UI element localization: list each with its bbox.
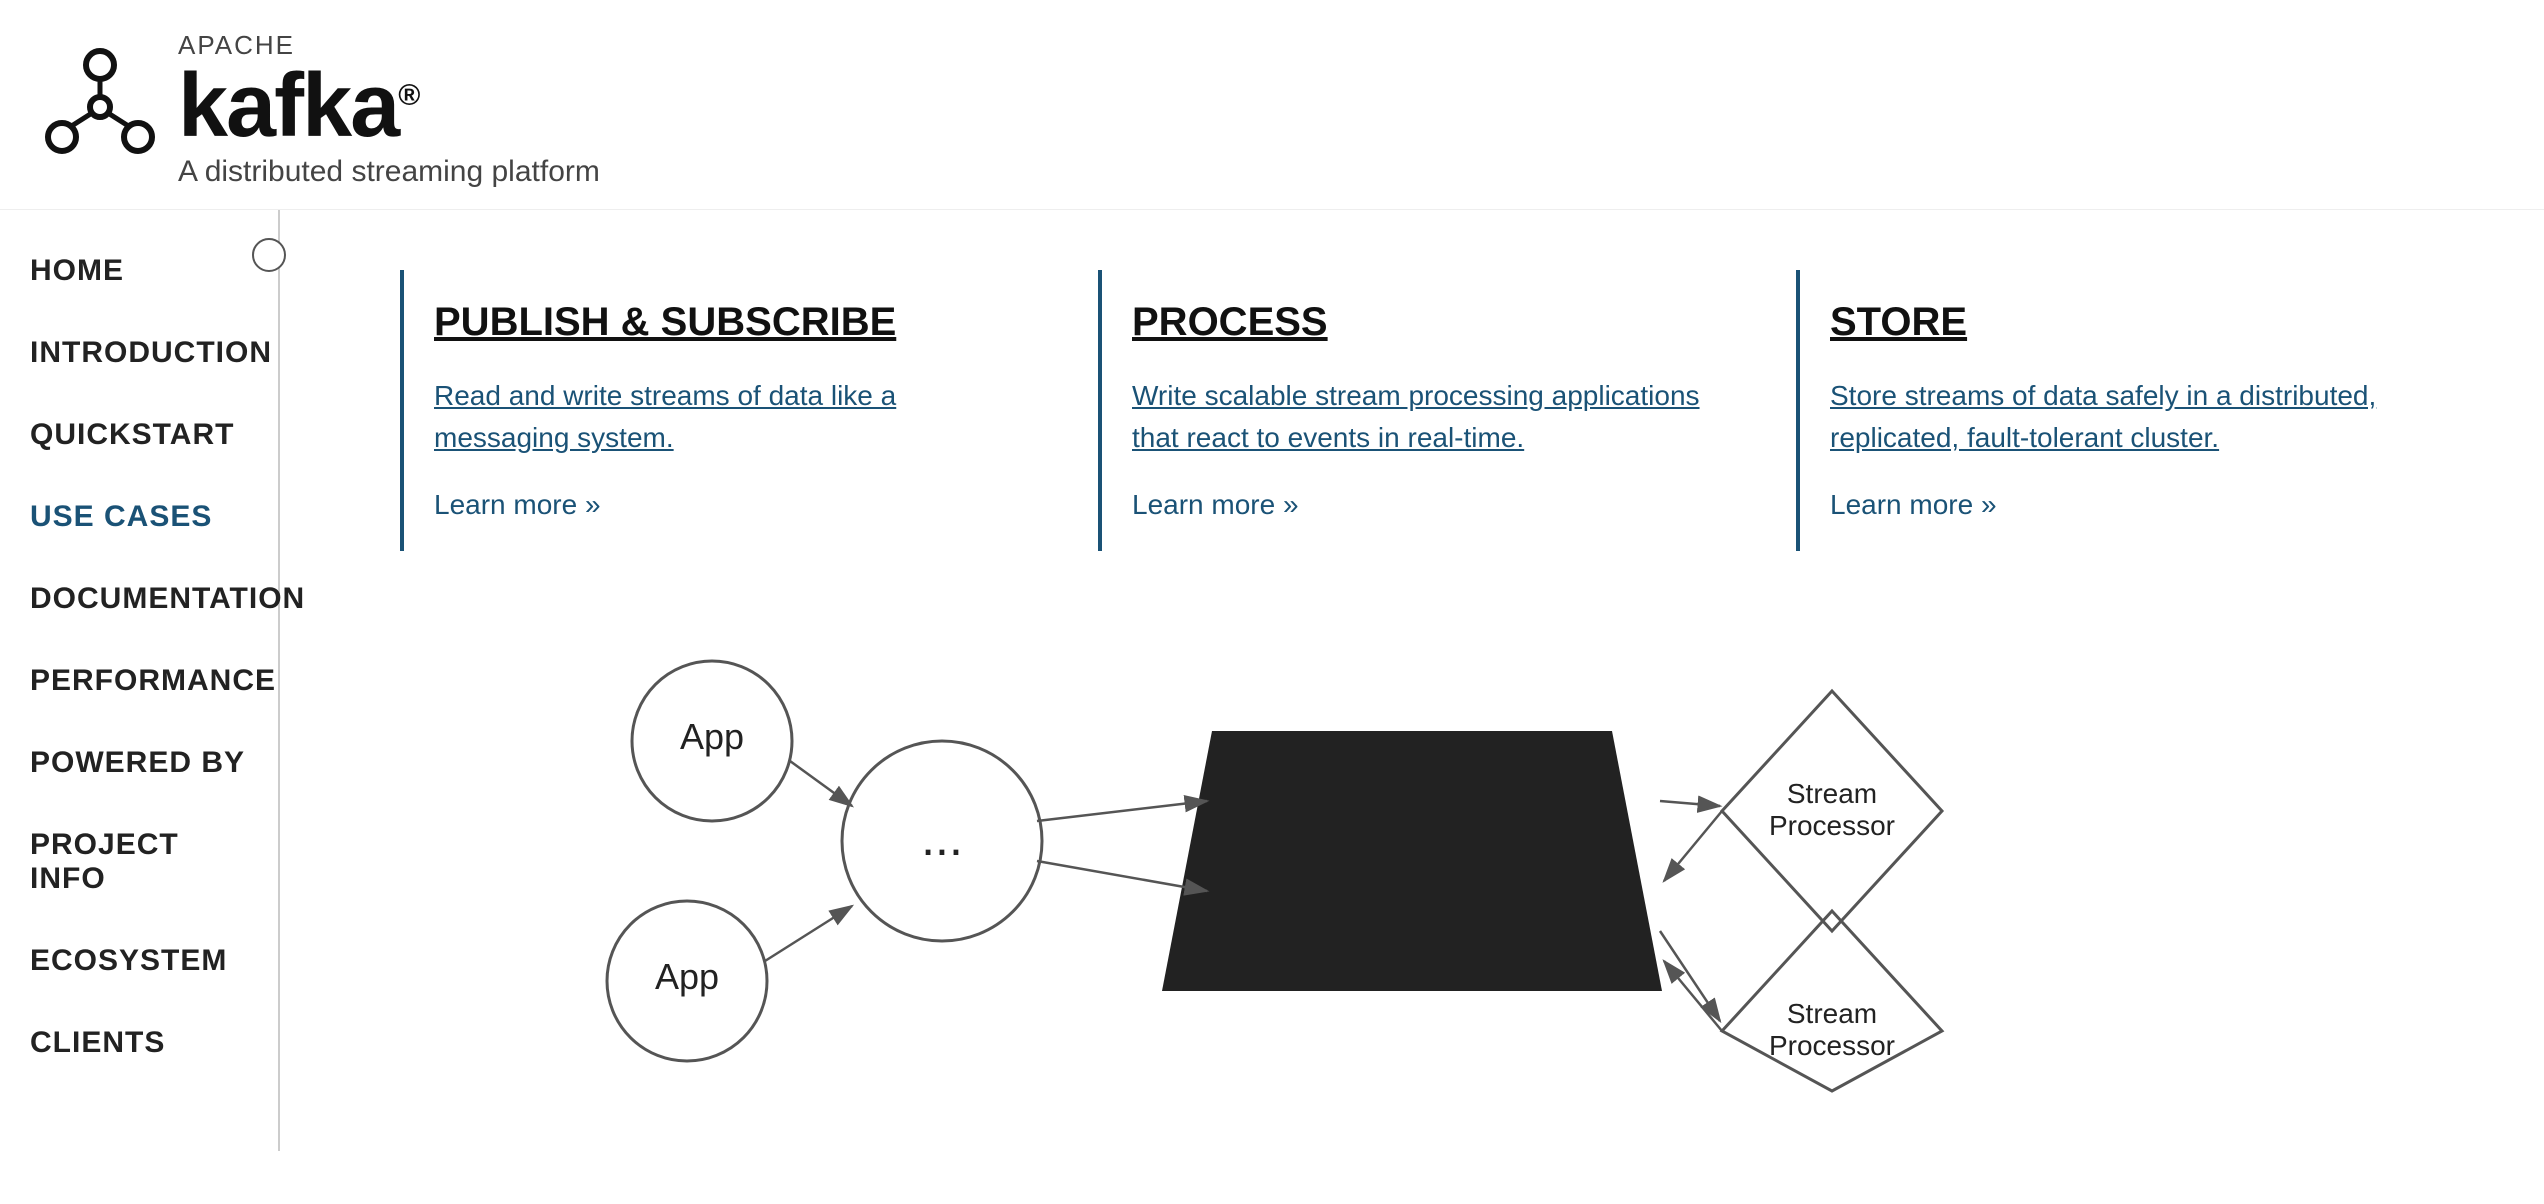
publish-subscribe-title: PUBLISH & SUBSCRIBE [434,300,896,345]
header: APACHE kafka® A distributed streaming pl… [0,0,2544,210]
sidebar-item-project-info[interactable]: PROJECT INFO [0,804,278,920]
svg-text:Processor: Processor [1769,810,1895,841]
process-desc: Write scalable stream processing applica… [1132,375,1736,459]
svg-text:Processor: Processor [1769,1030,1895,1061]
architecture-diagram: App App ... Stream [340,611,2484,1111]
sidebar-item-home[interactable]: HOME [0,230,278,312]
kafka-logo-icon [40,47,160,172]
process-column: PROCESS Write scalable stream processing… [1098,270,1786,551]
svg-text:Stream: Stream [1787,778,1877,809]
svg-text:App: App [680,716,744,757]
store-desc: Store streams of data safely in a distri… [1830,375,2434,459]
sidebar-item-use-cases[interactable]: USE CASES [0,476,278,558]
store-link[interactable]: Learn more » [1830,489,1997,520]
process-title: PROCESS [1132,300,1328,345]
logo-area: APACHE kafka® A distributed streaming pl… [40,30,600,189]
store-title: STORE [1830,300,1967,345]
diagram-svg: App App ... Stream [512,611,2312,1111]
sidebar-item-performance[interactable]: PERFORMANCE [0,640,278,722]
sidebar-item-documentation[interactable]: DOCUMENTATION [0,558,278,640]
feature-columns: PUBLISH & SUBSCRIBE Read and write strea… [340,270,2484,551]
sidebar-item-powered-by[interactable]: POWERED BY [0,722,278,804]
main-content: PUBLISH & SUBSCRIBE Read and write strea… [280,210,2544,1151]
page-layout: HOME INTRODUCTION QUICKSTART USE CASES D… [0,210,2544,1151]
publish-subscribe-link[interactable]: Learn more » [434,489,601,520]
sidebar: HOME INTRODUCTION QUICKSTART USE CASES D… [0,210,280,1151]
svg-text:Stream: Stream [1787,998,1877,1029]
sidebar-item-clients[interactable]: CLIENTS [0,1002,278,1084]
sidebar-item-introduction[interactable]: INTRODUCTION [0,312,278,394]
svg-text:App: App [655,956,719,997]
logo-text: APACHE kafka® A distributed streaming pl… [178,30,600,189]
sidebar-nav: HOME INTRODUCTION QUICKSTART USE CASES D… [0,210,278,1084]
sidebar-item-ecosystem[interactable]: ECOSYSTEM [0,920,278,1002]
kafka-label: kafka® [178,61,600,151]
publish-subscribe-column: PUBLISH & SUBSCRIBE Read and write strea… [400,270,1088,551]
tagline: A distributed streaming platform [178,155,600,189]
svg-text:...: ... [921,810,963,866]
store-column: STORE Store streams of data safely in a … [1796,270,2484,551]
sidebar-item-quickstart[interactable]: QUICKSTART [0,394,278,476]
publish-subscribe-desc: Read and write streams of data like a me… [434,375,1038,459]
sidebar-dot [252,238,286,272]
process-link[interactable]: Learn more » [1132,489,1299,520]
